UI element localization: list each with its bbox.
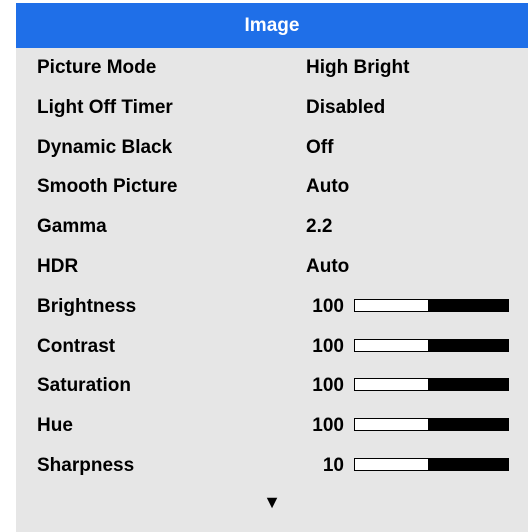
slider-value: 10 [322,454,344,476]
menu-item-value: Off [306,136,334,158]
menu-item-label: Smooth Picture [37,176,178,198]
menu-item-value: High Bright [306,57,410,78]
menu-item-label: HDR [37,255,79,277]
menu-item-light-off-timer[interactable]: Light Off Timer Disabled [16,88,528,128]
slider-row-brightness[interactable]: Brightness 100 [16,287,528,327]
slider-label: Contrast [37,335,116,357]
menu-item-value: Auto [306,176,350,198]
slider-row-sharpness[interactable]: Sharpness 10 [16,446,528,486]
menu-item-gamma[interactable]: Gamma 2.2 [16,207,528,247]
slider-value: 100 [312,375,344,397]
menu-item-dynamic-black[interactable]: Dynamic Black Off [16,128,528,168]
slider-fill [428,299,508,311]
slider-value: 100 [312,415,344,437]
slider-row-hue[interactable]: Hue 100 [16,406,528,446]
contrast-slider[interactable] [354,338,509,352]
image-menu: Image Picture Mode High Bright Light Off… [16,3,528,532]
hue-slider[interactable] [354,418,509,432]
slider-row-saturation[interactable]: Saturation 100 [16,366,528,406]
menu-item-smooth-picture[interactable]: Smooth Picture Auto [16,167,528,207]
slider-value: 100 [312,295,344,317]
menu-item-label: Light Off Timer [37,96,173,118]
sharpness-slider[interactable] [354,457,509,471]
slider-row-contrast[interactable]: Contrast 100 [16,327,528,367]
brightness-slider[interactable] [354,298,509,312]
slider-fill [428,419,508,431]
menu-item-label: Gamma [37,216,107,238]
menu-title: Image [16,3,528,48]
menu-item-value: 2.2 [306,216,333,238]
slider-label: Hue [37,415,73,437]
menu-item-value: Disabled [306,96,386,118]
slider-fill [428,339,508,351]
scroll-down-arrow-icon[interactable]: ▼ [16,488,528,516]
menu-item-hdr[interactable]: HDR Auto [16,247,528,287]
menu-item-value: Auto [306,255,350,277]
slider-label: Saturation [37,375,131,397]
slider-fill [428,379,508,391]
slider-label: Sharpness [37,454,135,476]
menu-rows: Picture Mode High Bright Light Off Timer… [16,48,528,486]
saturation-slider[interactable] [354,378,509,392]
slider-label: Brightness [37,295,137,317]
slider-value: 100 [312,335,344,357]
menu-item-label: Picture Mode [37,57,157,78]
slider-fill [428,458,508,470]
menu-item-picture-mode[interactable]: Picture Mode High Bright [16,48,528,88]
menu-item-label: Dynamic Black [37,136,173,158]
